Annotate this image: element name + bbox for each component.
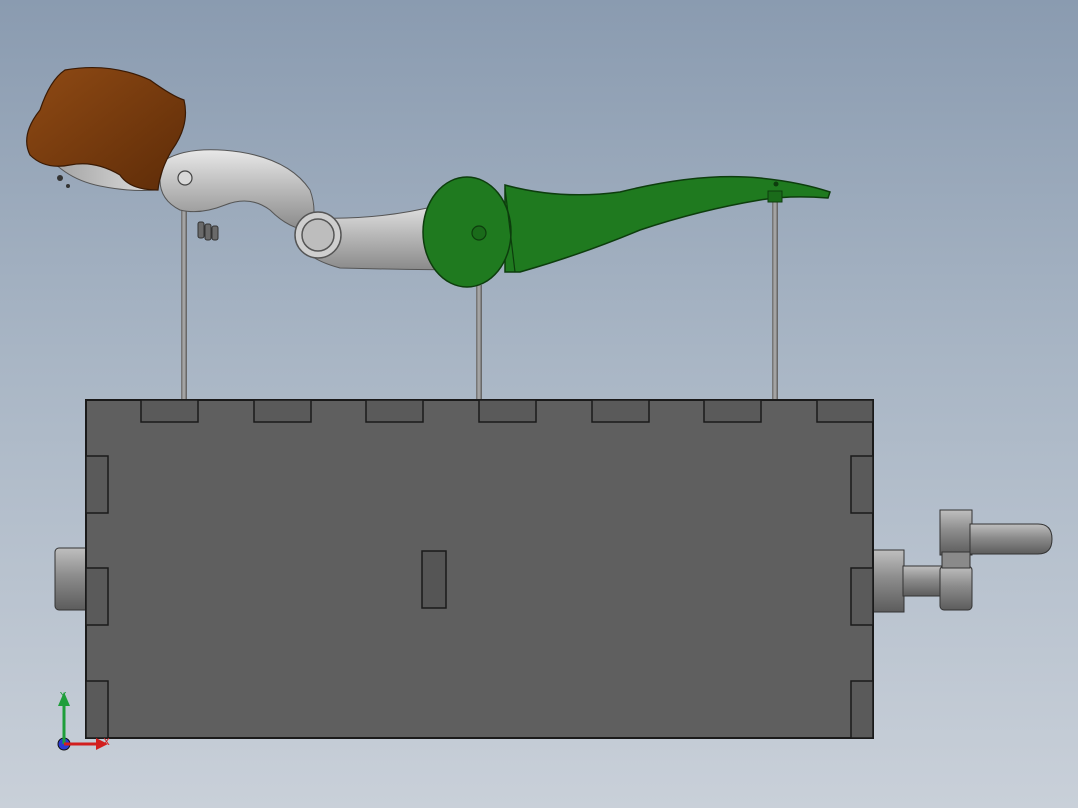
crank-handle	[871, 509, 1053, 613]
box-right-tabs	[850, 455, 874, 739]
head	[26, 66, 187, 191]
box-center-slot	[421, 550, 447, 609]
model-canvas[interactable]: Y X	[0, 0, 1078, 808]
triad-y-label: Y	[59, 691, 67, 702]
triad-x-label: X	[103, 737, 110, 748]
bird-body-wing	[422, 175, 831, 288]
support-rod-left	[181, 200, 187, 402]
support-rod-center	[476, 285, 482, 402]
gear-teeth	[197, 221, 219, 241]
box-left-tabs	[85, 455, 109, 739]
bird-neck-arm	[159, 149, 471, 271]
mechanism-box	[85, 399, 874, 739]
cad-viewport[interactable]: Y X	[0, 0, 1078, 808]
support-rod-right	[772, 200, 778, 402]
left-shaft-stub	[54, 547, 91, 611]
